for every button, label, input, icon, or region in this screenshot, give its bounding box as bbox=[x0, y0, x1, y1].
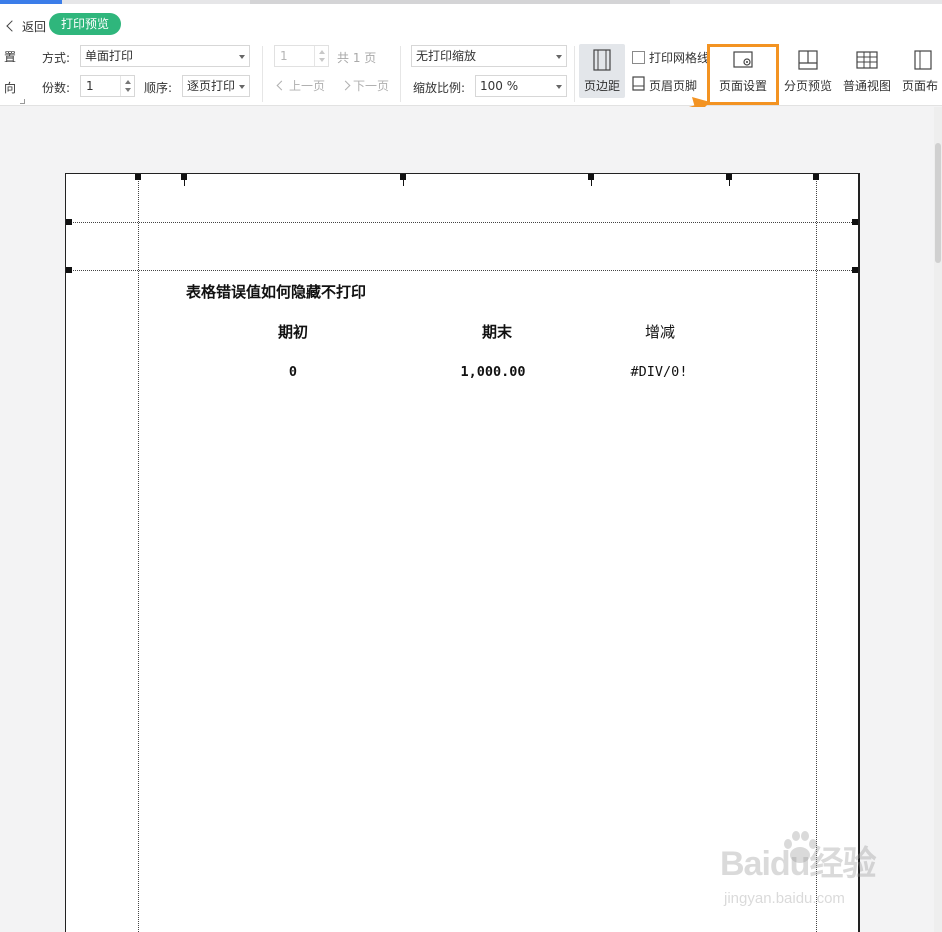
print-method-select[interactable]: 单面打印 bbox=[80, 45, 250, 67]
page-number-stepper[interactable]: 1 bbox=[274, 45, 329, 67]
total-pages-label: 共 1 页 bbox=[337, 51, 377, 65]
print-preview-badge: 打印预览 bbox=[49, 13, 122, 35]
vertical-scrollbar[interactable] bbox=[934, 107, 942, 932]
page-layout-icon bbox=[912, 49, 934, 71]
table-cell: 0 bbox=[288, 364, 298, 380]
scale-mode-select[interactable]: 无打印缩放 bbox=[411, 45, 567, 67]
copies-value: 1 bbox=[86, 79, 94, 93]
next-page-button[interactable]: 下一页 bbox=[340, 77, 390, 94]
print-gridlines-checkbox[interactable]: 打印网格线 bbox=[632, 49, 709, 66]
print-gridlines-label: 打印网格线 bbox=[649, 51, 710, 65]
chevron-right-icon bbox=[340, 80, 351, 91]
page-setup-button[interactable]: 页面设置 bbox=[711, 44, 775, 98]
separator bbox=[262, 46, 263, 102]
column-tick bbox=[729, 180, 730, 186]
right-margin-guide[interactable] bbox=[816, 174, 817, 932]
chevron-left-icon bbox=[6, 20, 18, 32]
dropdown-caret-icon bbox=[239, 85, 245, 89]
table-cell: 1,000.00 bbox=[460, 364, 526, 380]
prev-page-button[interactable]: 上一页 bbox=[276, 77, 326, 94]
dropdown-caret-icon bbox=[239, 55, 245, 59]
print-method-value: 单面打印 bbox=[85, 49, 134, 63]
header-margin-guide[interactable] bbox=[66, 222, 858, 223]
page-layout-label: 页面布 bbox=[902, 79, 939, 93]
order-label: 顺序: bbox=[144, 81, 173, 95]
partial-label-top[interactable]: 置 bbox=[4, 48, 16, 65]
margin-handle[interactable] bbox=[66, 219, 72, 225]
page-number-value: 1 bbox=[280, 49, 288, 63]
page-setup-gear-icon bbox=[732, 49, 754, 71]
column-header: 期末 bbox=[481, 323, 513, 341]
stepper-arrows-icon[interactable] bbox=[314, 46, 328, 66]
top-margin-guide[interactable] bbox=[66, 270, 858, 271]
next-page-label: 下一页 bbox=[353, 79, 390, 93]
normal-view-button[interactable]: 普通视图 bbox=[841, 44, 893, 98]
column-header: 期初 bbox=[277, 323, 309, 341]
prev-page-label: 上一页 bbox=[289, 79, 326, 93]
chevron-left-icon bbox=[276, 80, 287, 91]
column-header: 增减 bbox=[644, 323, 676, 341]
scrollbar-thumb[interactable] bbox=[935, 143, 941, 263]
dropdown-caret-icon bbox=[556, 85, 562, 89]
page-break-preview-button[interactable]: 分页预览 bbox=[782, 44, 834, 98]
back-button[interactable]: 返回 bbox=[4, 16, 46, 36]
page-break-label: 分页预览 bbox=[783, 79, 832, 93]
print-page bbox=[65, 173, 860, 932]
page-setup-label: 页面设置 bbox=[718, 79, 767, 93]
print-preview-toolbar: 返回 打印预览 置 向 方式: 单面打印 份数: 1 顺序: 逐页打印 1 共 … bbox=[0, 4, 942, 106]
stepper-arrows-icon[interactable] bbox=[120, 76, 134, 96]
dropdown-caret-icon bbox=[556, 55, 562, 59]
margin-handle[interactable] bbox=[852, 267, 858, 273]
page-break-icon bbox=[797, 49, 819, 71]
zoom-label: 缩放比例: bbox=[413, 81, 466, 95]
method-label: 方式: bbox=[42, 51, 71, 65]
sheet-title: 表格错误值如何隐藏不打印 bbox=[186, 283, 367, 301]
column-tick bbox=[591, 180, 592, 186]
margin-handle[interactable] bbox=[813, 174, 819, 180]
copies-stepper[interactable]: 1 bbox=[80, 75, 135, 97]
margin-handle[interactable] bbox=[66, 267, 72, 273]
copies-label: 份数: bbox=[42, 81, 71, 95]
margin-handle[interactable] bbox=[135, 174, 141, 180]
print-order-value: 逐页打印 bbox=[187, 79, 236, 93]
column-tick bbox=[403, 180, 404, 186]
zoom-value: 100 % bbox=[480, 79, 519, 93]
zoom-select[interactable]: 100 % bbox=[475, 75, 567, 97]
margin-handle[interactable] bbox=[852, 219, 858, 225]
page-layout-button[interactable]: 页面布 bbox=[900, 44, 942, 98]
table-cell: #DIV/0! bbox=[630, 364, 688, 380]
separator bbox=[400, 46, 401, 102]
checkbox-box[interactable] bbox=[632, 51, 645, 64]
margins-icon bbox=[591, 49, 613, 71]
partial-label-bottom[interactable]: 向 bbox=[4, 79, 16, 96]
grid-view-icon bbox=[856, 49, 878, 71]
print-order-select[interactable]: 逐页打印 bbox=[182, 75, 250, 97]
column-tick bbox=[184, 180, 185, 186]
normal-view-label: 普通视图 bbox=[842, 79, 891, 93]
scale-mode-value: 无打印缩放 bbox=[416, 49, 477, 63]
group-corner-mark bbox=[20, 99, 25, 104]
back-label: 返回 bbox=[22, 19, 47, 34]
left-margin-guide[interactable] bbox=[138, 174, 139, 932]
